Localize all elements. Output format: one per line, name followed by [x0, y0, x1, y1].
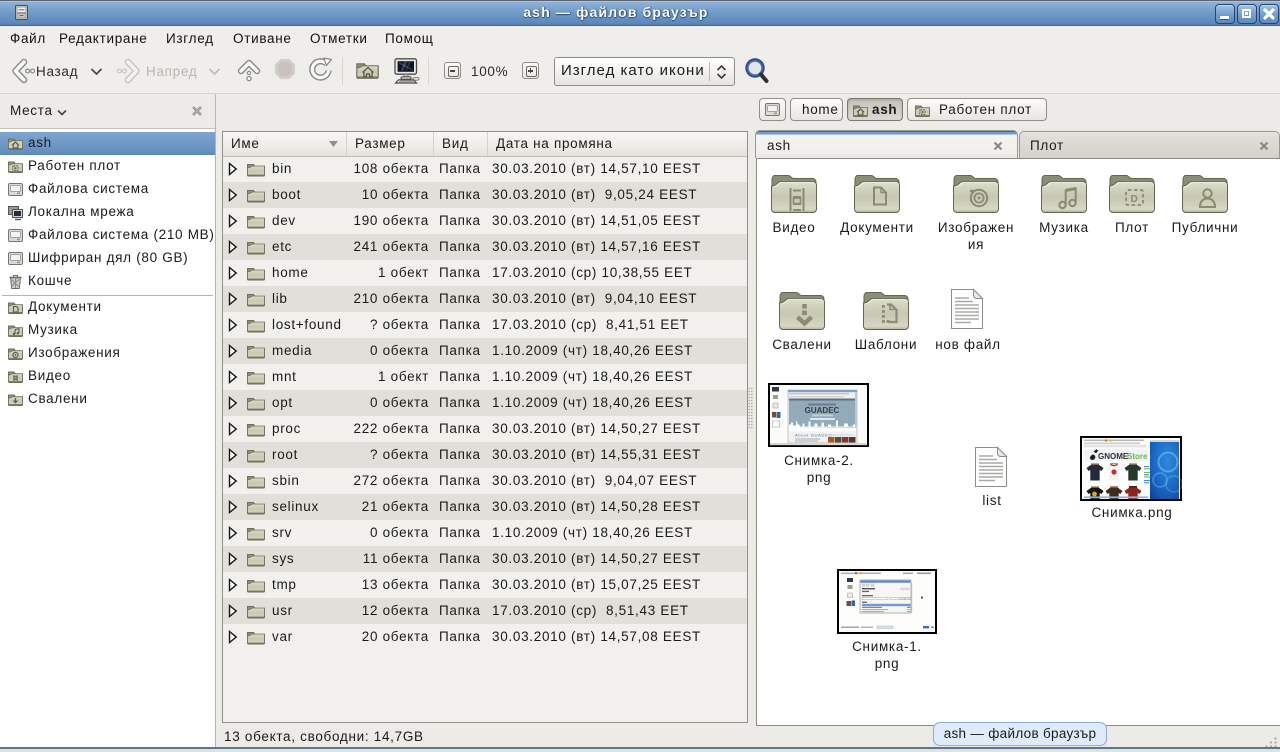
svg-text:About GUADEC: About GUADEC — [795, 433, 832, 438]
svg-text:D: D — [1131, 194, 1139, 205]
svg-text:Store: Store — [1127, 452, 1148, 461]
svg-text:GUADEC: GUADEC — [805, 406, 840, 415]
svg-text:GNOME: GNOME — [1098, 452, 1129, 461]
